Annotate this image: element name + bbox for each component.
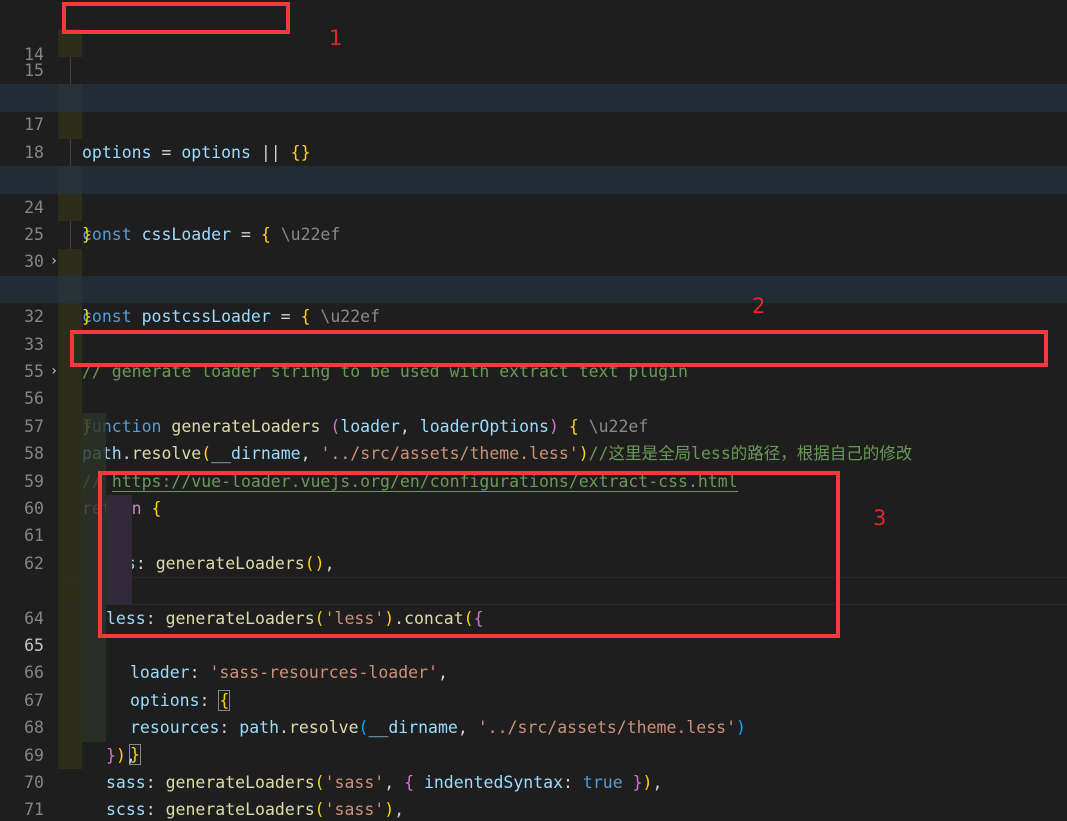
indent-scope-block bbox=[58, 303, 82, 331]
indent-scope-block bbox=[58, 440, 82, 468]
editor-line-24[interactable]: 24 bbox=[0, 139, 1067, 217]
editor-line-25[interactable]: 25 › const postcssLoader = { \u22ef bbox=[0, 166, 1067, 326]
indent-scope-block bbox=[58, 522, 82, 550]
indent-scope-block-2 bbox=[82, 413, 106, 441]
editor-line-23[interactable]: 23 } bbox=[0, 111, 1067, 244]
editor-line-68[interactable]: 68 scss: generateLoaders('sass'), bbox=[0, 659, 1067, 819]
editor-line-56[interactable]: 56 path.resolve(__dirname, '../src/asset… bbox=[0, 330, 1067, 463]
indent-scope-block-2 bbox=[82, 714, 106, 742]
indent-scope-block bbox=[58, 84, 82, 112]
indent-scope-block bbox=[58, 604, 82, 633]
indent-scope-block bbox=[58, 111, 82, 139]
indent-scope-block-2 bbox=[82, 687, 106, 715]
editor-line-31[interactable]: 31 bbox=[0, 221, 1067, 299]
editor-line-32[interactable]: 32 // generate loader string to be used … bbox=[0, 248, 1067, 381]
bracket-scope-highlight bbox=[106, 550, 132, 578]
editor-line-55[interactable]: 55 } bbox=[0, 303, 1067, 436]
editor-line-61[interactable]: 61 less: generateLoaders('less').concat(… bbox=[0, 467, 1067, 628]
bracket-scope-highlight bbox=[106, 522, 132, 550]
editor-line-70[interactable]: 70 styl: generateLoaders('stylus') bbox=[0, 714, 1067, 792]
editor-line-71[interactable]: 71 } bbox=[0, 741, 1067, 819]
editor-line-57[interactable]: 57 // https://vue-loader.vuejs.org/en/co… bbox=[0, 358, 1067, 492]
indent-scope-block bbox=[58, 495, 82, 523]
indent-scope-block-2 bbox=[82, 467, 106, 496]
indent-scope-block bbox=[58, 413, 82, 441]
indent-scope-block-2 bbox=[82, 522, 106, 550]
editor-line-62[interactable]: 62 loader: 'sass-resources-loader', bbox=[0, 495, 1067, 682]
indent-scope-block bbox=[58, 467, 82, 496]
indent-guide bbox=[70, 56, 71, 85]
indent-scope-block bbox=[58, 741, 82, 770]
indent-scope-block bbox=[58, 659, 82, 687]
editor-line-59[interactable]: 59 css: generateLoaders(), bbox=[0, 413, 1067, 573]
bracket-scope-highlight bbox=[106, 577, 132, 605]
indent-scope-block bbox=[58, 550, 82, 578]
indent-scope-block bbox=[58, 29, 82, 57]
indent-scope-block bbox=[58, 385, 82, 413]
indent-scope-block-2 bbox=[82, 604, 106, 633]
indent-guide bbox=[70, 139, 71, 167]
editor-line-69[interactable]: 69 stylus: generateLoaders('stylus'), bbox=[0, 687, 1067, 765]
editor-line-73[interactable]: 73 bbox=[0, 797, 1067, 821]
indent-scope-block bbox=[58, 330, 82, 359]
indent-scope-block-2 bbox=[82, 659, 106, 687]
indent-scope-block bbox=[58, 577, 82, 605]
editor-line-18[interactable]: 18 › const cssLoader = { \u22ef bbox=[0, 84, 1067, 244]
editor-line-17[interactable]: 17 bbox=[0, 56, 1067, 134]
indent-scope-block bbox=[58, 714, 82, 742]
editor-line-72[interactable]: 72 } bbox=[0, 769, 1067, 796]
bracket-scope-highlight bbox=[106, 495, 132, 523]
editor-line-33[interactable]: 33 › function generateLoaders (loader, l… bbox=[0, 276, 1067, 436]
indent-scope-block-2 bbox=[82, 440, 106, 468]
editor-line-30[interactable]: 30 } bbox=[0, 193, 1067, 326]
indent-scope-block bbox=[58, 632, 82, 660]
editor-line-15[interactable]: 15 exports.cssLoaders = function (option… bbox=[0, 2, 1067, 107]
editor-line-64[interactable]: 64 resources: path.resolve(__dirname, '.… bbox=[0, 550, 1067, 737]
indent-scope-block bbox=[58, 248, 82, 276]
editor-line-66[interactable]: 66 }), bbox=[0, 604, 1067, 765]
editor-line-63[interactable]: 63 options: { bbox=[0, 522, 1067, 711]
editor-line-58[interactable]: 58 return { bbox=[0, 385, 1067, 518]
editor-line-60[interactable]: 60 postcss: generateLoaders(), bbox=[0, 440, 1067, 600]
indent-scope-block-2 bbox=[82, 550, 106, 578]
indent-scope-block-2 bbox=[82, 495, 106, 523]
indent-scope-block-2 bbox=[82, 632, 106, 660]
indent-scope-block bbox=[58, 358, 82, 386]
editor-line-16[interactable]: 16 options = options || {} bbox=[0, 29, 1067, 162]
code-editor[interactable]: 14 15 exports.cssLoaders = function (opt… bbox=[0, 0, 1067, 821]
editor-line-65[interactable]: 65 } bbox=[0, 577, 1067, 766]
indent-scope-block bbox=[58, 687, 82, 715]
indent-scope-block-2 bbox=[82, 577, 106, 605]
indent-guide bbox=[70, 221, 71, 249]
indent-scope-block bbox=[58, 193, 82, 222]
editor-line-67[interactable]: 67 sass: generateLoaders('sass', { inden… bbox=[0, 632, 1067, 792]
indent-scope-block bbox=[58, 166, 82, 194]
indent-scope-block bbox=[58, 276, 82, 304]
